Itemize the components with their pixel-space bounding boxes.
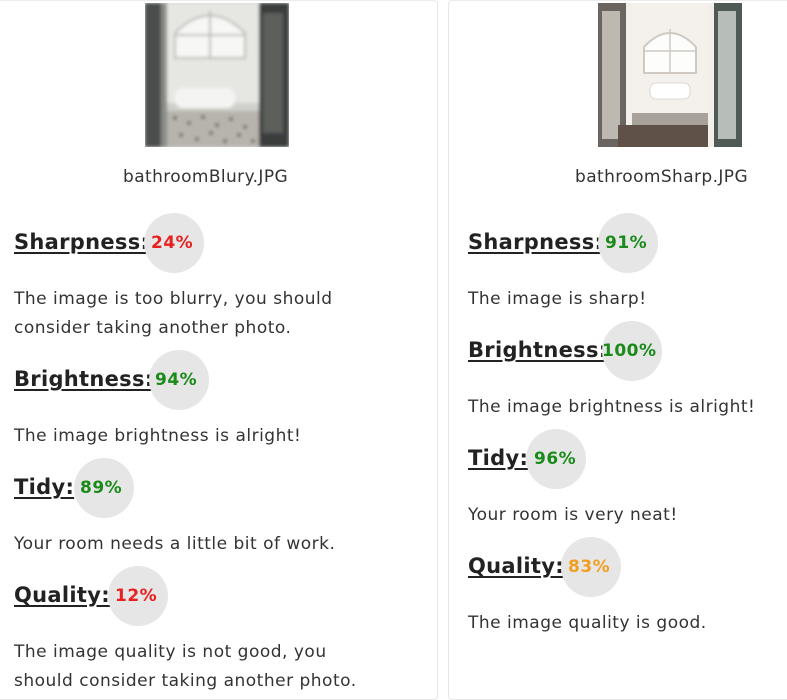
metric-label: Quality: bbox=[468, 554, 564, 578]
score-value: 91% bbox=[605, 233, 648, 253]
filename-label: bathroomSharp.JPG bbox=[575, 167, 749, 187]
metric-brightness: Brightness: 100% The image brightness is… bbox=[468, 321, 787, 417]
metric-sharpness: Sharpness: 91% The image is sharp! bbox=[468, 213, 787, 309]
score-value: 89% bbox=[80, 478, 123, 498]
score-value: 96% bbox=[534, 449, 577, 469]
metric-description: Your room needs a little bit of work. bbox=[14, 534, 336, 554]
metric-label: Brightness: bbox=[468, 338, 608, 362]
result-card-sharp: bathroomSharp.JPG Sharpness: 91% The ima… bbox=[448, 0, 787, 700]
metric-tidy: Tidy: 89% Your room needs a little bit o… bbox=[14, 458, 434, 554]
metric-description: The image brightness is alright! bbox=[14, 426, 302, 446]
score-value: 24% bbox=[151, 233, 194, 253]
metric-description: The image brightness is alright! bbox=[468, 397, 756, 417]
metric-description: The image quality is good. bbox=[468, 613, 707, 633]
metric-label: Tidy: bbox=[14, 475, 75, 499]
metric-description: The image is too blurry, you should cons… bbox=[14, 289, 333, 338]
bathroom-blurry-image bbox=[145, 3, 289, 147]
filename-label: bathroomBlury.JPG bbox=[123, 167, 289, 187]
score-value: 94% bbox=[155, 370, 198, 390]
score-value: 100% bbox=[602, 341, 657, 361]
metric-label: Tidy: bbox=[468, 446, 529, 470]
bathroom-sharp-thumbnail bbox=[598, 3, 742, 147]
metric-label: Sharpness: bbox=[468, 230, 604, 254]
metric-brightness: Brightness: 94% The image brightness is … bbox=[14, 350, 434, 446]
metric-quality: Quality: 12% The image quality is not go… bbox=[14, 566, 434, 691]
score-value: 12% bbox=[115, 586, 158, 606]
metric-tidy: Tidy: 96% Your room is very neat! bbox=[468, 429, 787, 525]
metric-description: Your room is very neat! bbox=[468, 505, 678, 525]
bathroom-sharp-image bbox=[598, 3, 742, 147]
metric-label: Brightness: bbox=[14, 367, 154, 391]
metric-label: Sharpness: bbox=[14, 230, 150, 254]
score-value: 83% bbox=[568, 557, 611, 577]
metric-description: The image is sharp! bbox=[468, 289, 647, 309]
metric-sharpness: Sharpness: 24% The image is too blurry, … bbox=[14, 213, 434, 338]
result-card-blurry: bathroomBlury.JPG Sharpness: 24% The ima… bbox=[0, 0, 438, 700]
metric-quality: Quality: 83% The image quality is good. bbox=[468, 537, 787, 633]
metric-description: The image quality is not good, you shoul… bbox=[14, 642, 357, 691]
bathroom-blurry-thumbnail bbox=[145, 3, 289, 147]
metric-label: Quality: bbox=[14, 583, 110, 607]
